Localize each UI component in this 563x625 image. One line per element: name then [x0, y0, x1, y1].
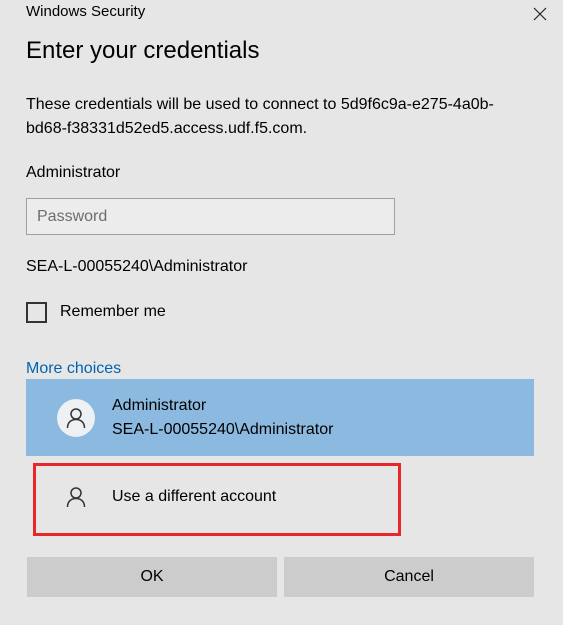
- avatar: [57, 398, 95, 437]
- account-option-different[interactable]: Use a different account: [26, 470, 534, 524]
- more-choices-link[interactable]: More choices: [26, 358, 121, 380]
- window-title: Windows Security: [26, 3, 146, 20]
- dialog-description: These credentials will be used to connec…: [26, 96, 494, 137]
- account-detail: SEA-L-00055240\Administrator: [112, 420, 334, 438]
- dialog-heading: Enter your credentials: [26, 37, 260, 64]
- account-name: Administrator: [112, 396, 207, 414]
- user-icon: [66, 407, 86, 428]
- credentials-dialog: Windows Security Enter your credentials …: [0, 0, 563, 625]
- ok-button[interactable]: OK: [27, 557, 277, 597]
- cancel-button[interactable]: Cancel: [284, 557, 534, 597]
- avatar: [57, 478, 95, 516]
- password-input[interactable]: [26, 198, 395, 235]
- close-button[interactable]: [517, 0, 563, 28]
- user-icon: [66, 487, 86, 508]
- close-icon: [533, 7, 547, 21]
- account-text: Administrator SEA-L-00055240\Administrat…: [112, 394, 333, 442]
- checkbox-box[interactable]: [26, 301, 47, 323]
- username-label: Administrator: [26, 164, 121, 181]
- domain-user-label: SEA-L-00055240\Administrator: [26, 258, 248, 275]
- remember-me-label: Remember me: [60, 303, 166, 320]
- remember-me-checkbox[interactable]: Remember me: [26, 299, 166, 325]
- account-name: Use a different account: [112, 488, 277, 505]
- account-option-administrator[interactable]: Administrator SEA-L-00055240\Administrat…: [26, 379, 534, 456]
